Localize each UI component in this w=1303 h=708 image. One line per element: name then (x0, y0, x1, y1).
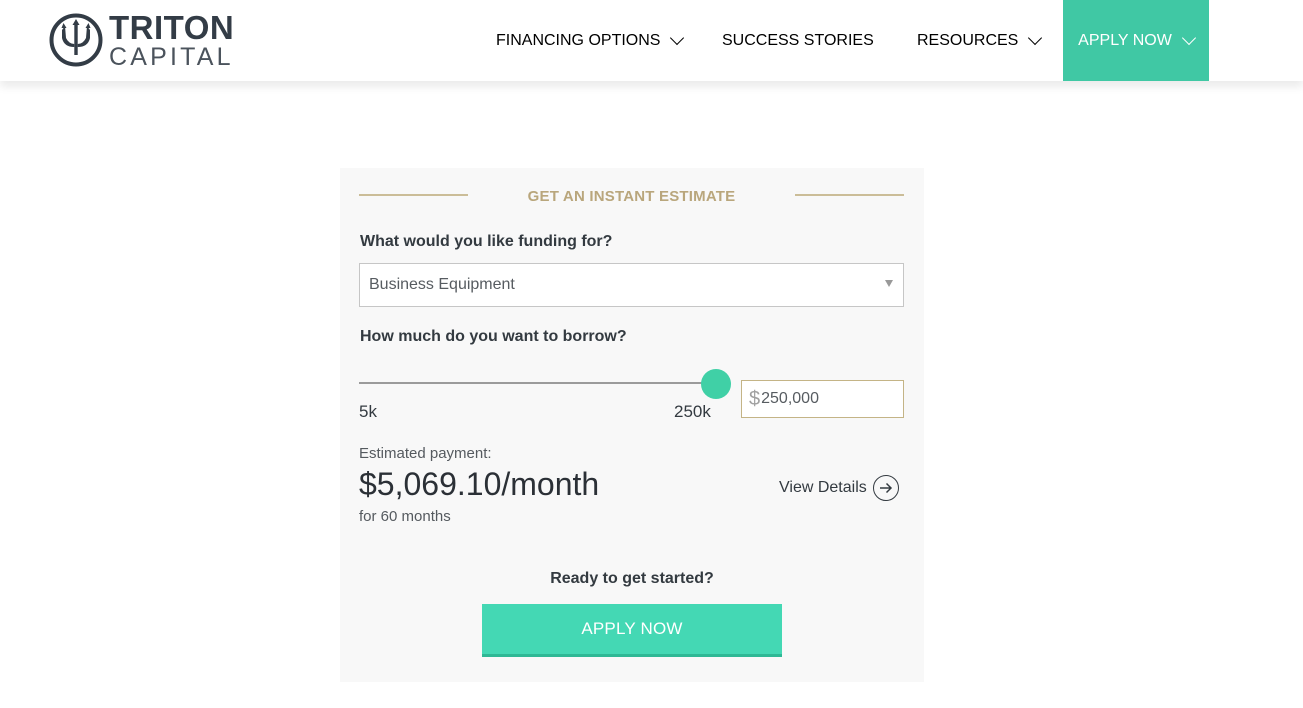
chevron-down-icon (1028, 30, 1043, 45)
funding-select[interactable]: Business Equipment (359, 263, 904, 307)
nav-success-stories-label: SUCCESS STORIES (722, 31, 874, 49)
ready-text: Ready to get started? (550, 570, 714, 587)
slider-min-label: 5k (359, 402, 377, 421)
site-header: TRITON CAPITAL FINANCING OPTIONS SUCCESS… (0, 0, 1303, 81)
nav-apply-now[interactable]: APPLY NOW (1063, 0, 1209, 81)
chevron-down-icon (670, 30, 685, 45)
logo-name-bottom: CAPITAL (109, 42, 234, 71)
payment-term: for 60 months (359, 508, 451, 525)
view-details-link[interactable]: View Details (779, 475, 899, 501)
nav-success-stories[interactable]: SUCCESS STORIES (722, 0, 874, 81)
amount-input[interactable]: $ 250,000 (741, 380, 904, 418)
view-details-label: View Details (779, 479, 867, 496)
apply-now-button[interactable]: APPLY NOW (482, 604, 782, 657)
dollar-sign: $ (749, 387, 761, 410)
nav-apply-now-label: APPLY NOW (1078, 31, 1172, 49)
logo-text: TRITON CAPITAL (109, 11, 234, 70)
slider-max-label: 250k (674, 402, 711, 421)
funding-question: What would you like funding for? (360, 233, 613, 250)
triton-capital-logo[interactable]: TRITON CAPITAL (49, 11, 239, 69)
borrow-question: How much do you want to borrow? (360, 328, 627, 345)
amount-slider-thumb[interactable] (701, 369, 731, 399)
title-divider-right (795, 194, 904, 196)
estimate-title-row: GET AN INSTANT ESTIMATE (359, 187, 904, 207)
trident-icon (49, 13, 103, 67)
dropdown-arrow-icon (885, 280, 893, 287)
estimate-card: GET AN INSTANT ESTIMATE What would you l… (340, 168, 924, 682)
funding-select-value: Business Equipment (369, 276, 515, 293)
chevron-down-icon (1181, 30, 1196, 45)
amount-slider-track[interactable] (359, 382, 716, 384)
nav-financing-options-label: FINANCING OPTIONS (496, 31, 661, 49)
estimate-title: GET AN INSTANT ESTIMATE (527, 188, 736, 205)
nav-resources-label: RESOURCES (917, 31, 1019, 49)
amount-value: 250,000 (761, 390, 819, 407)
logo-name-top: TRITON (109, 8, 235, 46)
nav-resources[interactable]: RESOURCES (917, 0, 1043, 81)
estimated-payment-label: Estimated payment: (359, 445, 492, 462)
nav-financing-options[interactable]: FINANCING OPTIONS (496, 0, 685, 81)
estimated-payment-value: $5,069.10/month (359, 466, 600, 502)
arrow-right-circle-icon (872, 475, 899, 501)
